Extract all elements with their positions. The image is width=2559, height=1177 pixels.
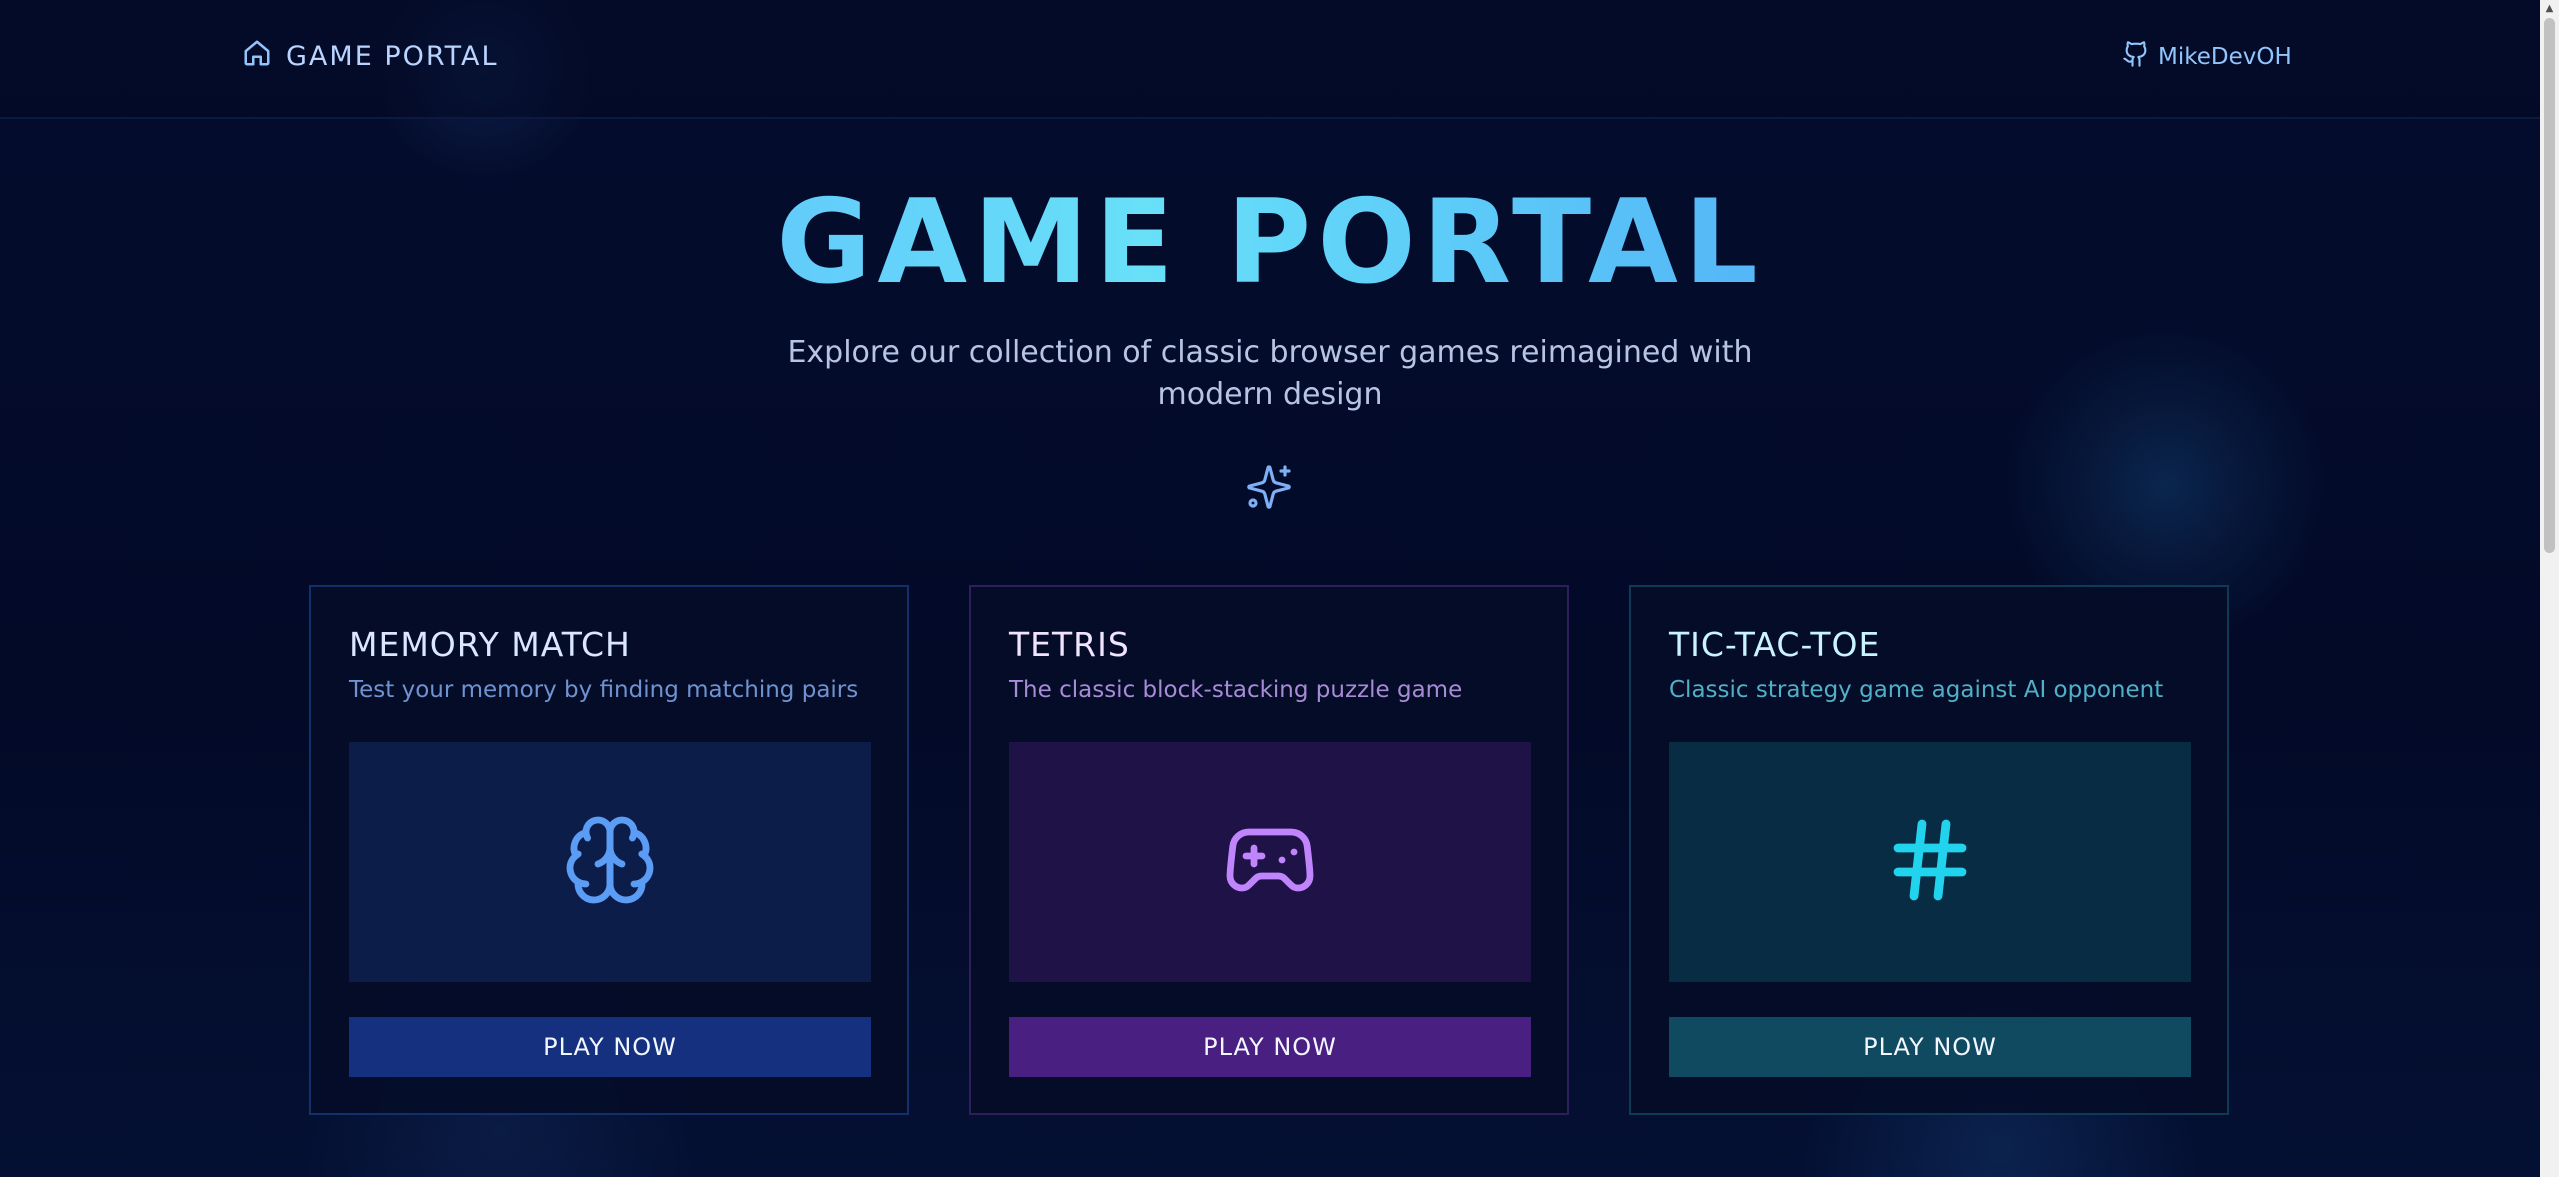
game-card-tetris[interactable]: TETRIS The classic block-stacking puzzle… <box>969 585 1569 1115</box>
card-media <box>1009 742 1531 982</box>
card-media <box>349 742 871 982</box>
page: GAME PORTAL MikeDevOH GAME PORTAL Explor… <box>0 0 2559 1177</box>
github-icon <box>2122 40 2150 74</box>
brand-link[interactable]: GAME PORTAL <box>242 38 499 75</box>
navbar: GAME PORTAL MikeDevOH <box>0 0 2540 119</box>
card-title: TIC-TAC-TOE <box>1669 625 1881 664</box>
card-media <box>1669 742 2191 982</box>
github-link[interactable]: MikeDevOH <box>2122 40 2292 74</box>
hero-title: GAME PORTAL <box>0 178 2540 308</box>
hash-icon <box>1882 812 1978 912</box>
play-now-button[interactable]: PLAY NOW <box>349 1017 871 1077</box>
scroll-up-arrow-icon[interactable]: ▲ <box>2540 0 2559 17</box>
sparkles-icon <box>1245 463 1293 511</box>
game-card-tic-tac-toe[interactable]: TIC-TAC-TOE Classic strategy game agains… <box>1629 585 2229 1115</box>
hero-subtitle: Explore our collection of classic browse… <box>787 335 1753 412</box>
play-now-button[interactable]: PLAY NOW <box>1009 1017 1531 1077</box>
card-description: Test your memory by finding matching pai… <box>349 677 859 703</box>
vertical-scrollbar[interactable]: ▲ <box>2540 0 2559 1177</box>
card-description: Classic strategy game against AI opponen… <box>1669 677 2164 703</box>
scrollbar-thumb[interactable] <box>2544 18 2555 553</box>
brand-label: GAME PORTAL <box>286 41 499 72</box>
card-title: MEMORY MATCH <box>349 625 631 664</box>
play-now-button[interactable]: PLAY NOW <box>1669 1017 2191 1077</box>
game-card-memory-match[interactable]: MEMORY MATCH Test your memory by finding… <box>309 585 909 1115</box>
card-title: TETRIS <box>1009 625 1130 664</box>
brain-icon <box>562 812 658 912</box>
card-description: The classic block-stacking puzzle game <box>1009 677 1463 703</box>
home-icon <box>242 38 272 75</box>
gamepad-icon <box>1222 812 1318 912</box>
github-label: MikeDevOH <box>2158 44 2292 70</box>
